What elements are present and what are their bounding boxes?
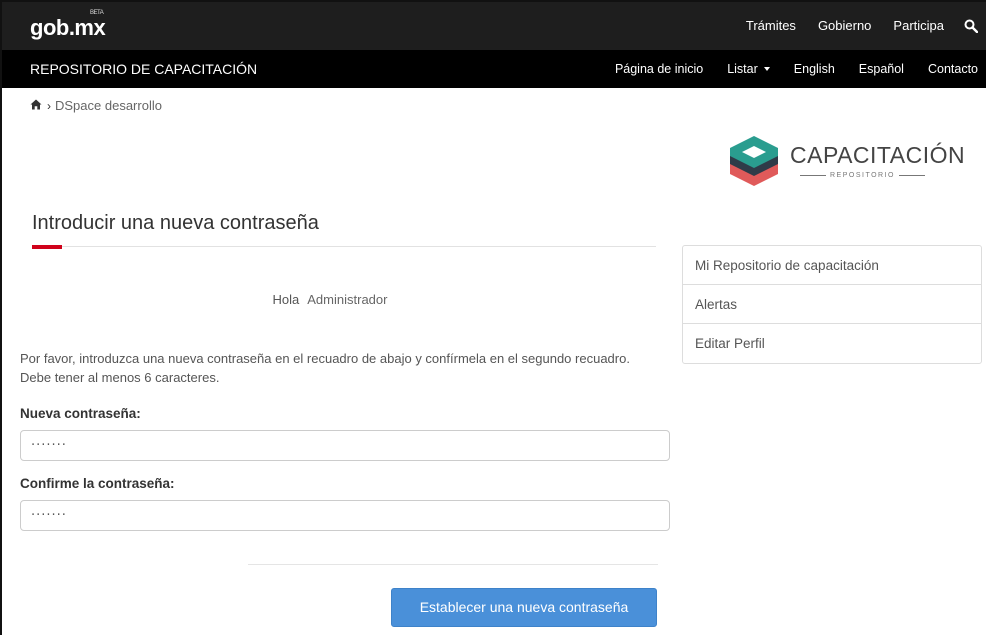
gov-nav-participa[interactable]: Participa <box>893 18 944 33</box>
breadcrumb-separator-icon: › <box>47 98 51 113</box>
gob-mx-logo-text: gob.mx <box>30 15 106 40</box>
password-instructions: Por favor, introduzca una nueva contrase… <box>20 351 630 385</box>
logo-word: CAPACITACIÓN <box>790 142 966 168</box>
sidebar-item-my-repository[interactable]: Mi Repositorio de capacitación <box>683 246 981 285</box>
logo-subtitle: REPOSITORIO <box>796 172 929 179</box>
new-password-input[interactable]: ······· <box>20 430 670 461</box>
breadcrumb-current[interactable]: DSpace desarrollo <box>55 98 162 113</box>
sidebar-item-edit-profile[interactable]: Editar Perfil <box>683 324 981 363</box>
new-password-label: Nueva contraseña: <box>20 406 141 421</box>
gov-nav: Trámites Gobierno Participa <box>724 18 979 33</box>
gov-nav-gobierno[interactable]: Gobierno <box>818 18 871 33</box>
nav-language-spanish[interactable]: Español <box>859 62 904 76</box>
user-name: Administrador <box>307 292 388 307</box>
page-title: Introducir una nueva contraseña <box>32 212 319 234</box>
title-divider <box>32 246 656 247</box>
confirm-password-input[interactable]: ······· <box>20 500 670 531</box>
repository-title[interactable]: REPOSITORIO DE CAPACITACIÓN <box>30 61 257 77</box>
form-divider <box>248 564 658 565</box>
gov-top-bar: gob.mx BETA Trámites Gobierno Participa <box>2 2 986 50</box>
page-frame: gob.mx BETA Trámites Gobierno Participa … <box>0 0 986 635</box>
nav-language-english[interactable]: English <box>794 62 835 76</box>
confirm-password-label: Confirme la contraseña: <box>20 476 175 491</box>
home-icon[interactable] <box>30 98 42 113</box>
nav-browse-dropdown[interactable]: Listar <box>727 62 770 76</box>
search-icon[interactable] <box>964 19 979 33</box>
breadcrumb: › DSpace desarrollo <box>30 98 162 113</box>
gov-nav-tramites[interactable]: Trámites <box>746 18 796 33</box>
user-sidebar-menu: Mi Repositorio de capacitación Alertas E… <box>682 245 982 364</box>
logo-line-left <box>800 175 826 176</box>
caret-down-icon <box>763 67 770 71</box>
nav-home[interactable]: Página de inicio <box>615 62 703 76</box>
repository-logo-mark-icon <box>730 136 778 186</box>
greeting-text: Hola <box>272 292 300 307</box>
repository-nav: Página de inicio Listar English Español … <box>591 62 978 76</box>
sidebar-item-alerts[interactable]: Alertas <box>683 285 981 324</box>
gob-mx-logo[interactable]: gob.mx BETA <box>30 10 106 41</box>
greeting: Hola Administrador <box>2 292 658 307</box>
nav-browse-label: Listar <box>727 62 758 76</box>
logo-line-right <box>899 175 925 176</box>
beta-badge: BETA <box>90 10 104 16</box>
logo-subtitle-text: REPOSITORIO <box>830 172 895 179</box>
repository-nav-bar: REPOSITORIO DE CAPACITACIÓN Página de in… <box>2 50 986 88</box>
capacitacion-repository-logo[interactable]: CAPACITACIÓN REPOSITORIO <box>726 134 965 188</box>
nav-contact[interactable]: Contacto <box>928 62 978 76</box>
set-new-password-button[interactable]: Establecer una nueva contraseña <box>391 588 657 627</box>
title-accent-bar <box>32 245 62 249</box>
